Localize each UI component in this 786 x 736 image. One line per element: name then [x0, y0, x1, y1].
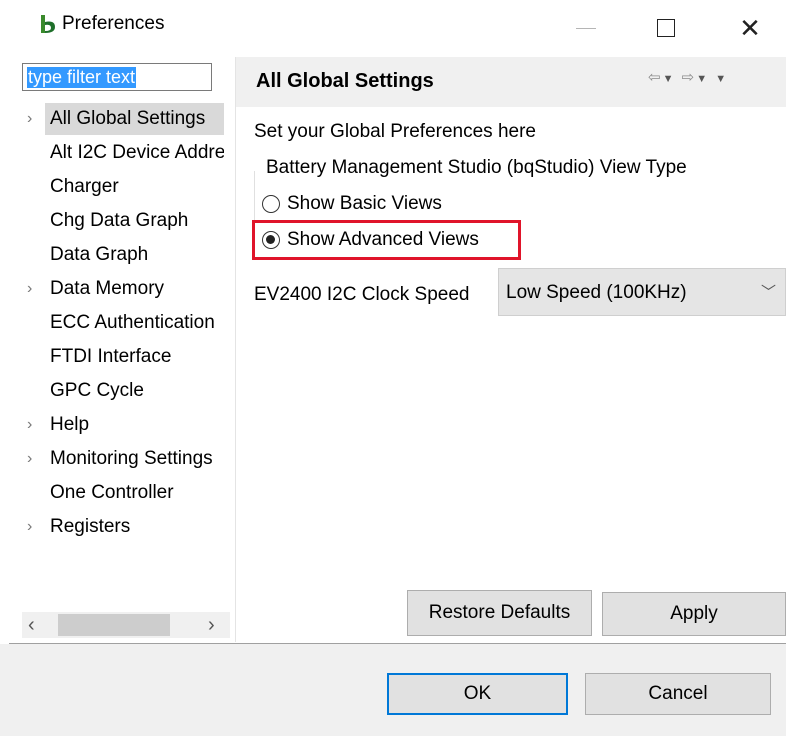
window-title: Preferences [62, 13, 165, 34]
tree-item-gpc-cycle[interactable]: GPC Cycle [9, 374, 224, 408]
tree-item-label: GPC Cycle [50, 380, 144, 401]
maximize-icon [657, 19, 675, 37]
page-description: Set your Global Preferences here [254, 121, 536, 142]
settings-page: All Global Settings ⇦▼ ⇨▼ ▼ Set your Glo… [236, 57, 786, 642]
horizontal-scrollbar[interactable]: ‹ › [22, 612, 230, 638]
tree-item-label: ECC Authentication [50, 312, 215, 333]
preferences-tree-pane: type filter text › All Global Settings A… [9, 57, 236, 642]
tree-item-ecc-authentication[interactable]: ECC Authentication [9, 306, 224, 340]
title-bar: Preferences ✕ [0, 0, 786, 56]
forward-dropdown-icon[interactable]: ▼ [696, 73, 709, 85]
tree-item-data-graph[interactable]: Data Graph [9, 238, 224, 272]
view-type-group-label: Battery Management Studio (bqStudio) Vie… [264, 157, 689, 179]
minimize-button[interactable] [555, 0, 617, 56]
annotation-highlight-box [252, 220, 521, 260]
expand-chevron-icon[interactable]: › [27, 102, 32, 136]
tree-item-label: FTDI Interface [50, 346, 172, 367]
tree-item-label: Data Graph [50, 244, 149, 265]
cancel-button[interactable]: Cancel [585, 673, 771, 715]
filter-input-text: type filter text [27, 67, 137, 88]
tree-item-one-controller[interactable]: One Controller [9, 476, 224, 510]
tree-item-label: One Controller [50, 482, 174, 503]
tree-item-label: Chg Data Graph [50, 210, 189, 231]
clock-speed-value: Low Speed (100KHz) [506, 282, 687, 303]
maximize-button[interactable] [635, 0, 697, 56]
page-header: All Global Settings ⇦▼ ⇨▼ ▼ [236, 57, 786, 107]
scroll-right-icon[interactable]: › [208, 614, 215, 637]
close-icon: ✕ [739, 12, 761, 43]
tree-item-label: Data Memory [50, 278, 165, 299]
tree-item-label: Registers [50, 516, 131, 537]
close-button[interactable]: ✕ [719, 0, 781, 56]
bq-app-icon [41, 15, 55, 33]
view-menu-icon[interactable]: ▼ [715, 73, 728, 85]
tree-item-label: Help [50, 414, 90, 435]
tree-item-alt-i2c-device-address[interactable]: Alt I2C Device Address [9, 136, 224, 170]
tree-item-help[interactable]: › Help [9, 408, 224, 442]
minimize-icon [576, 27, 596, 29]
clock-speed-label: EV2400 I2C Clock Speed [254, 284, 470, 305]
back-arrow-icon[interactable]: ⇦ [648, 69, 663, 86]
tree-item-charger[interactable]: Charger [9, 170, 224, 204]
tree-item-label: Monitoring Settings [50, 448, 213, 469]
tree-item-data-memory[interactable]: › Data Memory [9, 272, 224, 306]
ok-button[interactable]: OK [387, 673, 568, 715]
forward-arrow-icon[interactable]: ⇨ [682, 69, 697, 86]
tree-item-monitoring-settings[interactable]: › Monitoring Settings [9, 442, 224, 476]
clock-speed-select[interactable]: Low Speed (100KHz) ﹀ [498, 268, 786, 316]
tree-item-registers[interactable]: › Registers [9, 510, 224, 544]
filter-input[interactable]: type filter text [22, 63, 212, 91]
scroll-left-icon[interactable]: ‹ [28, 614, 35, 637]
back-dropdown-icon[interactable]: ▼ [663, 73, 676, 85]
expand-chevron-icon[interactable]: › [27, 442, 32, 476]
scrollbar-thumb[interactable] [58, 614, 170, 636]
tree-item-all-global-settings[interactable]: › All Global Settings [9, 102, 224, 136]
chevron-down-icon: ﹀ [761, 284, 777, 301]
tree-item-ftdi-interface[interactable]: FTDI Interface [9, 340, 224, 374]
expand-chevron-icon[interactable]: › [27, 408, 32, 442]
history-nav: ⇦▼ ⇨▼ ▼ [648, 68, 728, 86]
apply-button[interactable]: Apply [602, 592, 786, 636]
tree-item-label: All Global Settings [50, 108, 206, 129]
expand-chevron-icon[interactable]: › [27, 272, 32, 306]
tree-item-label: Charger [50, 176, 119, 197]
tree-item-chg-data-graph[interactable]: Chg Data Graph [9, 204, 224, 238]
tree-item-label: Alt I2C Device Address [50, 142, 224, 163]
page-title: All Global Settings [256, 70, 434, 92]
radio-button[interactable] [262, 195, 280, 213]
restore-defaults-button[interactable]: Restore Defaults [407, 590, 592, 636]
radio-label: Show Basic Views [287, 193, 442, 214]
expand-chevron-icon[interactable]: › [27, 510, 32, 544]
